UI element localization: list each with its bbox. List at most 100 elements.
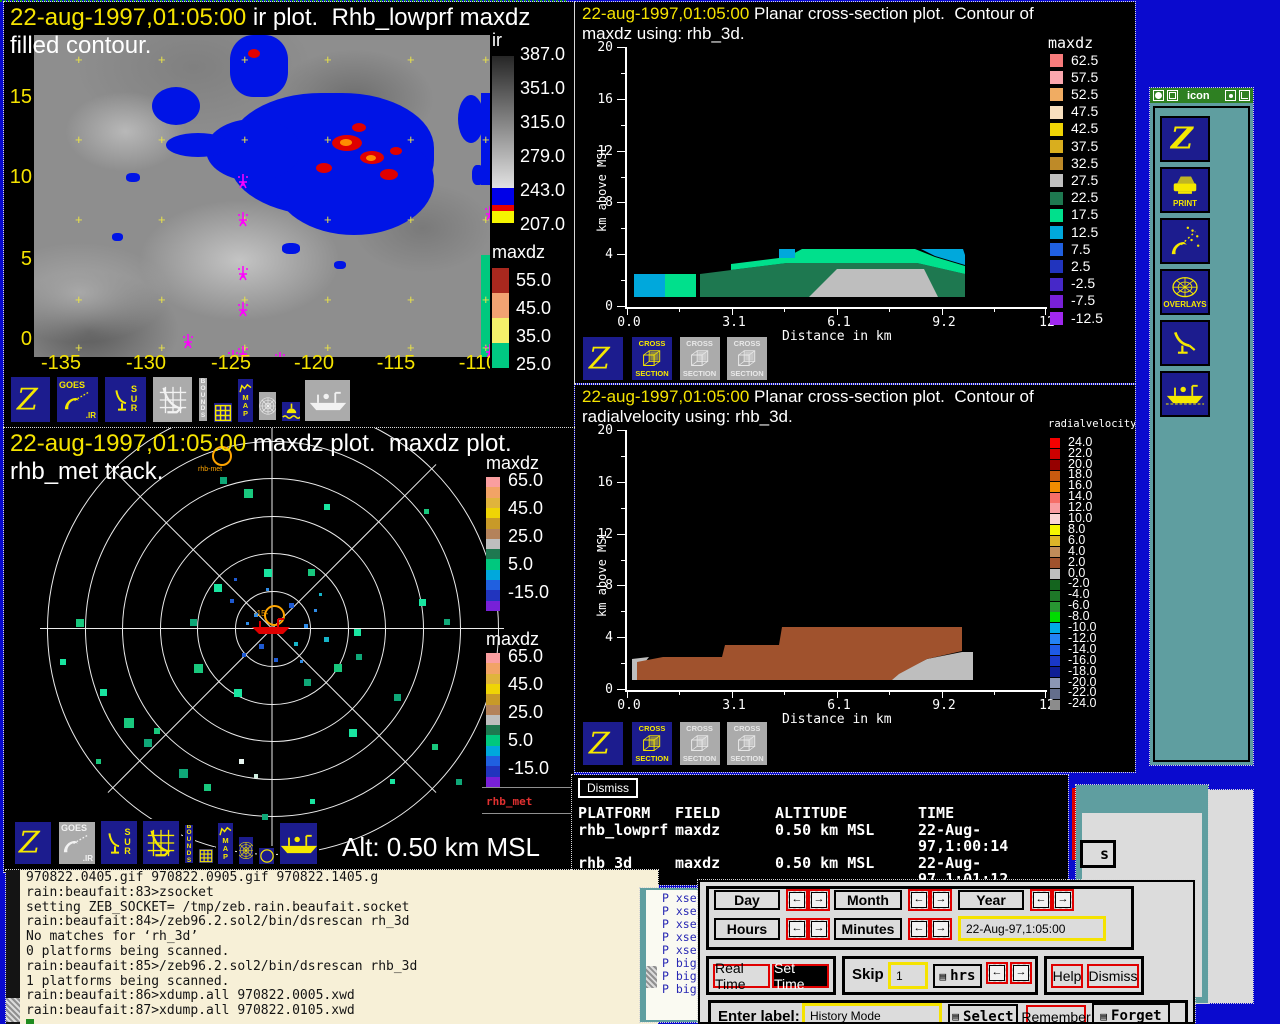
satellite-button[interactable]	[1160, 218, 1210, 264]
day-increment-button[interactable]: →	[808, 889, 830, 911]
grid-button[interactable]	[212, 401, 234, 424]
y-tick	[617, 202, 625, 203]
minutes-button[interactable]: Minutes	[834, 918, 902, 940]
skip-units-menu[interactable]: ▤hrs	[933, 964, 982, 988]
time-input[interactable]: 22-Aug-97,1:05:00	[958, 916, 1106, 941]
colorbar-segment	[492, 318, 509, 343]
hours-button[interactable]: Hours	[714, 918, 780, 940]
zeb-logo-button[interactable]: Z	[9, 375, 52, 424]
radar-echo	[444, 619, 450, 625]
colorbar-segment	[1050, 493, 1060, 503]
terminal-scrollbar[interactable]	[6, 870, 20, 1024]
bounds-button[interactable]: BOUNDS	[197, 376, 209, 423]
hours-increment-button[interactable]: →	[808, 918, 830, 940]
window-close-button[interactable]	[1239, 90, 1250, 101]
colorbar-value: 45.0	[516, 298, 551, 319]
overlays-button[interactable]: OVERLAYS	[1160, 269, 1210, 315]
radar-grid-button[interactable]	[151, 375, 194, 424]
window-iconify-button[interactable]	[1225, 90, 1236, 101]
grid-button[interactable]	[197, 847, 215, 865]
radar-echo	[154, 728, 160, 734]
year-button[interactable]: Year	[958, 890, 1024, 910]
zeb-logo-button[interactable]: Z	[1160, 116, 1210, 162]
day-decrement-button[interactable]: ←	[786, 889, 808, 911]
skip-input[interactable]: 1	[888, 962, 928, 989]
ship-button[interactable]	[1160, 371, 1210, 417]
window-menu-button[interactable]	[1153, 90, 1164, 101]
cross-section-button[interactable]: CROSSSECTION	[630, 720, 674, 767]
dismiss-button[interactable]: Dismiss	[578, 778, 638, 798]
y-minor-tick	[621, 560, 625, 561]
print-button[interactable]: PRINT	[1160, 167, 1210, 213]
window-restore-button[interactable]	[1167, 90, 1178, 101]
cross-section-button[interactable]: CROSSSECTION	[678, 335, 722, 382]
radar-echo	[264, 569, 272, 577]
zeb-logo-button[interactable]: Z	[13, 820, 53, 866]
radar-echo	[356, 654, 362, 660]
radar-echo	[324, 504, 330, 510]
hours-decrement-button[interactable]: ←	[786, 918, 808, 940]
maxdz-colorbar: maxdz62.557.552.547.542.537.532.527.522.…	[1046, 34, 1134, 344]
year-decrement-button[interactable]: ←	[1030, 889, 1052, 911]
terminal-window[interactable]: 970822.0405.gif 970822.0905.gif 970822.1…	[6, 870, 658, 1024]
file-list[interactable]: P xse P xse P xse P xse P xse P big P bi…	[662, 892, 697, 996]
colorbar-value: 243.0	[520, 180, 565, 201]
map-button[interactable]: MAP	[216, 821, 235, 866]
colorbar-title: maxdz	[1048, 34, 1093, 52]
ship-button[interactable]	[303, 378, 352, 423]
radar-echo	[234, 689, 242, 697]
cross-section-button[interactable]: CROSSSECTION	[725, 720, 769, 767]
map-button[interactable]: MAP	[236, 377, 255, 424]
partial-button[interactable]: s	[1080, 840, 1116, 868]
minutes-increment-button[interactable]: →	[930, 918, 952, 940]
month-increment-button[interactable]: →	[930, 889, 952, 911]
target-overlay-button[interactable]	[237, 835, 255, 866]
set-time-button[interactable]: Set Time	[772, 964, 829, 988]
scrollbar-thumb[interactable]	[646, 966, 657, 988]
colorbar-segment	[1050, 312, 1063, 325]
minutes-decrement-button[interactable]: ←	[908, 918, 930, 940]
month-decrement-button[interactable]: ←	[908, 889, 930, 911]
label-input[interactable]: History Mode	[802, 1003, 942, 1024]
select-menu[interactable]: ▤Select	[948, 1004, 1018, 1024]
y-minor-tick	[621, 456, 625, 457]
remember-button[interactable]: Remember	[1026, 1005, 1086, 1024]
colorbar-title: maxdz	[492, 242, 545, 263]
surface-radar-button[interactable]: SUR	[99, 819, 139, 866]
y-tick-label: 16	[587, 92, 613, 106]
target-overlay-button[interactable]	[257, 390, 278, 422]
range-ring-button[interactable]	[257, 846, 276, 866]
zeb-logo-button[interactable]: Z	[581, 335, 625, 382]
colorbar-segment	[486, 580, 500, 591]
goes-ir-button[interactable]: GOES.IR	[55, 375, 100, 424]
surface-radar-button[interactable]: SUR	[103, 375, 148, 424]
dismiss-button[interactable]: Dismiss	[1087, 964, 1139, 988]
ship-glyph	[248, 616, 294, 641]
scrollbar-thumb[interactable]	[6, 998, 20, 1022]
colorbar-segment	[486, 735, 500, 746]
cloud-contour-blob	[380, 169, 398, 180]
real-time-button[interactable]: Real Time	[713, 964, 770, 988]
colorbar-segment	[492, 343, 509, 368]
icon-window-titlebar[interactable]: icon	[1150, 88, 1253, 103]
zeb-logo-button[interactable]: Z	[581, 720, 625, 767]
cross-section-button[interactable]: CROSSSECTION	[678, 720, 722, 767]
forget-menu[interactable]: ▤Forget	[1092, 1003, 1170, 1024]
skip-increment-button[interactable]: →	[1010, 962, 1032, 984]
bounds-button[interactable]: BOUNDS	[183, 823, 195, 865]
day-button[interactable]: Day	[714, 890, 780, 910]
year-increment-button[interactable]: →	[1052, 889, 1074, 911]
goes-ir-button[interactable]: GOES.IR	[57, 820, 97, 866]
ship-button[interactable]	[278, 821, 319, 866]
colorbar-segment	[486, 549, 500, 560]
radar-echo	[220, 477, 227, 484]
month-button[interactable]: Month	[834, 890, 902, 910]
skip-decrement-button[interactable]: ←	[986, 962, 1008, 984]
radar-grid-button[interactable]	[141, 819, 181, 866]
help-button[interactable]: Help	[1051, 964, 1083, 988]
antenna-button[interactable]	[1160, 320, 1210, 366]
cross-section-button[interactable]: CROSSSECTION	[630, 335, 674, 382]
colorbar-segment	[1050, 54, 1063, 67]
buoy-button[interactable]	[280, 400, 302, 423]
cross-section-button[interactable]: CROSSSECTION	[725, 335, 769, 382]
